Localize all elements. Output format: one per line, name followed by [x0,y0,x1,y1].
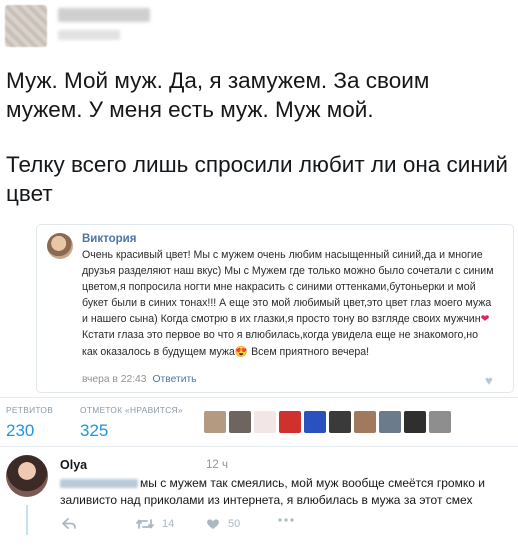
heart-emoji-icon: ❤ [480,313,490,326]
reply-button[interactable] [62,518,76,530]
like-count: 50 [228,518,241,530]
retweet-icon [136,518,154,530]
retweets-label: РЕТВИТОВ [6,405,54,415]
commenter-name: Виктория [82,233,137,245]
tweet-text-line2: Телку всего лишь спросили любит ли она с… [6,152,508,206]
heart-icon [206,518,220,530]
comment-like-icon: ♥ [485,373,493,388]
liker-avatar[interactable] [204,411,226,433]
liker-avatar[interactable] [279,411,301,433]
heart-eyes-emoji-icon: 😍 [234,345,249,358]
reply-arrow-icon [62,518,76,530]
author-avatar[interactable] [5,5,47,47]
comment-text-part3: Всем приятного вечера! [248,345,370,358]
liker-avatar[interactable] [254,411,276,433]
divider [0,397,518,398]
likers-avatars [204,411,451,433]
retweets-count[interactable]: 230 [6,421,34,441]
reply-author-name[interactable]: Olya [60,458,87,472]
divider [0,446,518,447]
liker-avatar[interactable] [229,411,251,433]
likes-count[interactable]: 325 [80,421,108,441]
thread-line [26,505,28,535]
comment-reply-link: Ответить [152,374,197,385]
liker-avatar[interactable] [329,411,351,433]
liker-avatar[interactable] [404,411,426,433]
more-button[interactable] [278,518,294,522]
liker-avatar[interactable] [429,411,451,433]
comment-time: вчера в 22:43 [82,374,147,385]
reply-text: мы с мужем так смеялись, мой муж вообще … [60,475,512,509]
comment-footer: вчера в 22:43 Ответить [82,374,197,385]
liker-avatar[interactable] [379,411,401,433]
reply-mention-blurred[interactable] [60,479,138,489]
comment-text: Очень красивый цвет! Мы с мужем очень лю… [82,247,494,360]
reply-avatar[interactable] [6,455,48,497]
retweet-button[interactable]: 14 [136,518,174,530]
author-handle-blurred[interactable] [58,30,120,40]
author-name-blurred[interactable] [58,8,150,22]
liker-avatar[interactable] [304,411,326,433]
likes-label: ОТМЕТОК «НРАВИТСЯ» [80,405,183,415]
tweet-text-line1: Муж. Мой муж. Да, я замужем. За своим му… [6,68,430,122]
embedded-comment-card: Виктория Очень красивый цвет! Мы с мужем… [36,224,514,393]
retweet-count: 14 [162,518,175,530]
more-dots-icon [278,518,294,522]
liker-avatar[interactable] [354,411,376,433]
like-button[interactable]: 50 [206,518,240,530]
commenter-avatar [47,233,73,259]
reply-time[interactable]: 12 ч [206,459,228,471]
comment-text-part1: Очень красивый цвет! Мы с мужем очень лю… [82,249,494,326]
